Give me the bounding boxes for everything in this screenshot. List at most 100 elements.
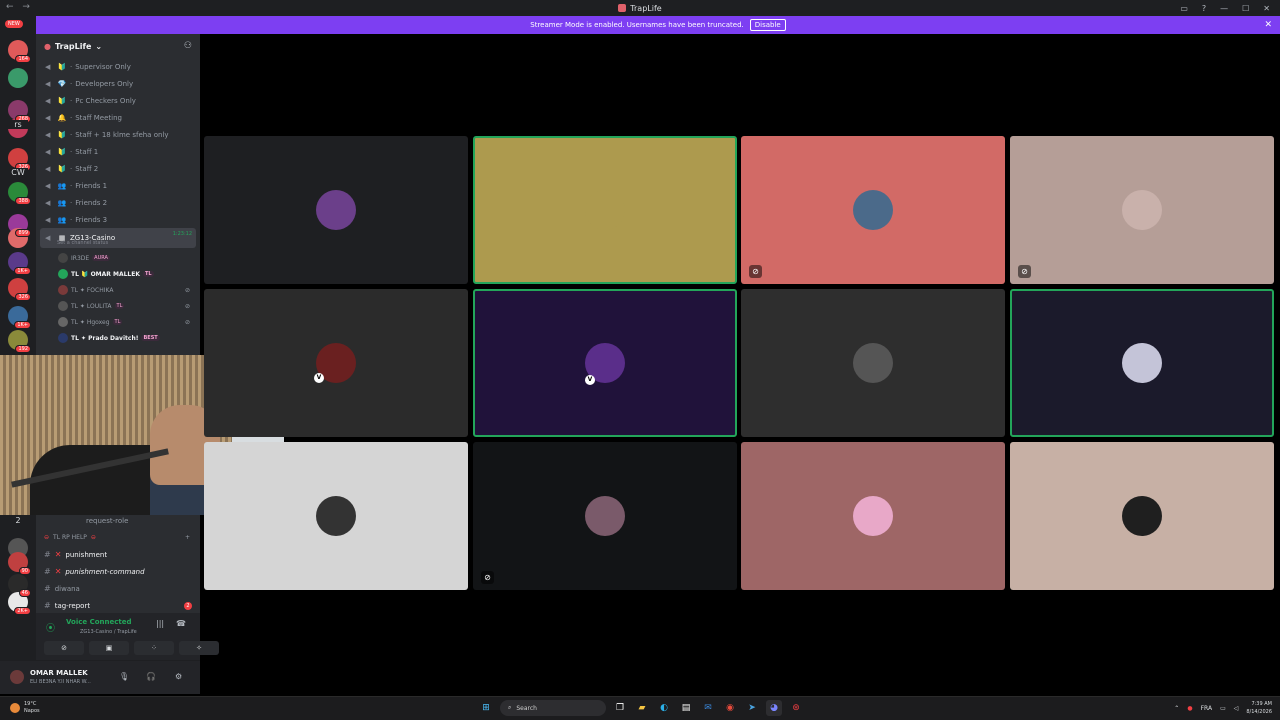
camera-off-button[interactable]: ⊘ <box>44 641 84 655</box>
avatar <box>853 496 893 536</box>
muted-icon: ⊘ <box>1018 265 1031 278</box>
discord-icon[interactable]: ◕ <box>766 700 782 716</box>
participant-tile[interactable]: ⊘ <box>1010 136 1274 284</box>
text-channel[interactable]: # diwana <box>36 580 200 597</box>
minimize-icon[interactable]: — <box>1220 4 1228 13</box>
avatar <box>58 317 68 327</box>
unread-badge: 2K+ <box>8 592 31 615</box>
voice-channel[interactable]: ◀ 👥 · Friends 1 <box>36 177 200 194</box>
participant-tile[interactable] <box>473 136 737 284</box>
disconnect-icon[interactable]: ☎ <box>176 619 186 628</box>
participant-tile[interactable] <box>1010 442 1274 590</box>
signal-icon[interactable]: ⦿ <box>46 621 55 634</box>
voice-channel-sub[interactable]: ZG13-Casino / TrapLife <box>80 629 137 635</box>
weather-widget[interactable]: 19°C Napos <box>10 701 40 715</box>
start-icon[interactable]: ⊞ <box>478 700 494 716</box>
voice-actions: ⊘ ▣ ⁘ ✧ <box>44 641 219 655</box>
server-text-icon[interactable]: 2 <box>8 516 28 525</box>
system-tray: ⌃ ● FRA ▭ ◁ 7:39 AM 8/14/2026 <box>1174 700 1272 716</box>
noise-suppression-icon[interactable]: ||| <box>156 619 164 628</box>
invite-icon[interactable]: ⚇ <box>184 41 192 51</box>
participant-tile[interactable] <box>1010 289 1274 437</box>
participant-tile[interactable]: V <box>473 289 737 437</box>
mic-icon[interactable]: 🎙 <box>119 672 129 681</box>
voice-member[interactable]: TL ✦ Prado Davitch! BEST <box>36 330 200 346</box>
voice-channel[interactable]: ◀ 🔰 · Pc Checkers Only <box>36 92 200 109</box>
channel-emoji: 🔔 <box>57 113 67 122</box>
voice-channel[interactable]: ◀ 🔔 · Staff Meeting <box>36 109 200 126</box>
hash-icon: # <box>44 550 51 559</box>
screen-share-button[interactable]: ▣ <box>89 641 129 655</box>
channel-status[interactable]: Set a channel status <box>57 240 108 246</box>
channel-zg13-casino[interactable]: ◀ ▦ ZG13-Casino 1:23:12 Set a channel st… <box>40 228 196 248</box>
text-channel[interactable]: # ✕ punishment <box>36 546 200 563</box>
avatar <box>585 496 625 536</box>
participant-tile[interactable]: ⊘ <box>741 136 1005 284</box>
avatar <box>58 253 68 263</box>
voice-channel[interactable]: ◀ 👥 · Friends 3 <box>36 211 200 228</box>
text-channel[interactable]: # tag-report 2 <box>36 597 200 614</box>
weather-temp: 19°C <box>24 701 37 707</box>
gear-icon[interactable]: ⚙ <box>175 672 182 681</box>
unread-badge: 899 <box>8 214 31 237</box>
voice-channel[interactable]: ◀ 👥 · Friends 2 <box>36 194 200 211</box>
participant-tile[interactable] <box>741 289 1005 437</box>
disable-button[interactable]: Disable <box>749 19 786 31</box>
server-header[interactable]: ● TrapLife ⌄ ⚇ <box>36 34 200 58</box>
server-text-icon[interactable]: CW <box>8 168 28 177</box>
mail-icon[interactable]: ✉ <box>700 700 716 716</box>
app-icon-red[interactable]: ⊛ <box>788 700 804 716</box>
avatar <box>316 496 356 536</box>
folder-icon[interactable]: ▰ <box>634 700 650 716</box>
search-box[interactable]: ⌕ Search <box>500 700 606 716</box>
voice-channel[interactable]: ◀ 🔰 · Staff + 18 klme sfeha only <box>36 126 200 143</box>
mic-tray-icon[interactable]: ● <box>1187 705 1192 712</box>
telegram-icon[interactable]: ➤ <box>744 700 760 716</box>
badge-count: 2K+ <box>14 607 31 615</box>
volume-icon[interactable]: ◁ <box>1234 705 1239 712</box>
participant-tile[interactable] <box>204 442 468 590</box>
voice-member[interactable]: TL ✦ LOULITA TL ⊘ <box>36 298 200 314</box>
server-icon[interactable] <box>8 68 28 88</box>
title-bar: ← → TrapLife ▭ ? — ☐ ✕ <box>0 0 1280 16</box>
participant-tile[interactable]: V <box>204 289 468 437</box>
text-channel[interactable]: # ✕ punishment-command <box>36 563 200 580</box>
headphones-icon[interactable]: 🎧 <box>146 672 156 681</box>
chrome-icon[interactable]: ◉ <box>722 700 738 716</box>
chevron-up-icon[interactable]: ⌃ <box>1174 705 1179 712</box>
help-icon[interactable]: ? <box>1202 4 1206 13</box>
participant-tile[interactable] <box>741 442 1005 590</box>
speaker-icon: ◀ <box>45 181 51 190</box>
nav-arrows[interactable]: ← → <box>6 2 33 12</box>
task-view-icon[interactable]: ❐ <box>612 700 628 716</box>
banner-close-icon[interactable]: ✕ <box>1264 20 1272 30</box>
add-channel-icon[interactable]: + <box>185 534 190 541</box>
unread-badge: 46 <box>8 574 31 597</box>
voice-member[interactable]: IR3DE AURA <box>36 250 200 266</box>
store-icon[interactable]: ▤ <box>678 700 694 716</box>
muted-icon: ⊘ <box>481 571 494 584</box>
member-tag: AURA <box>92 255 110 261</box>
voice-member[interactable]: TL 🔰 OMAR MALLEK TL <box>36 266 200 282</box>
category-tl-rp-help[interactable]: ⊖ TL RP HELP ⊖ + <box>36 529 200 546</box>
voice-channel[interactable]: ◀ 💎 · Developers Only <box>36 75 200 92</box>
inbox-icon[interactable]: ▭ <box>1180 4 1188 13</box>
soundboard-button[interactable]: ✧ <box>179 641 219 655</box>
edge-icon[interactable]: ◐ <box>656 700 672 716</box>
voice-channel[interactable]: ◀ 🔰 · Staff 2 <box>36 160 200 177</box>
maximize-icon[interactable]: ☐ <box>1242 4 1249 13</box>
server-text-icon[interactable]: rs <box>8 120 28 129</box>
participant-tile[interactable] <box>204 136 468 284</box>
avatar[interactable] <box>10 670 24 684</box>
voice-channel[interactable]: ◀ 🔰 · Supervisor Only <box>36 58 200 75</box>
network-icon[interactable]: ▭ <box>1220 705 1226 712</box>
language-indicator[interactable]: FRA <box>1201 705 1212 712</box>
voice-channel[interactable]: ◀ 🔰 · Staff 1 <box>36 143 200 160</box>
voice-member[interactable]: TL ✦ FOCHIKA ⊘ <box>36 282 200 298</box>
close-icon[interactable]: ✕ <box>1263 4 1270 13</box>
activities-button[interactable]: ⁘ <box>134 641 174 655</box>
participant-tile[interactable]: ⊘ <box>473 442 737 590</box>
clock[interactable]: 7:39 AM 8/14/2026 <box>1246 700 1272 716</box>
member-name: TL ✦ Prado Davitch! <box>71 334 139 342</box>
voice-member[interactable]: TL ✦ Hgoxeg TL ⊘ <box>36 314 200 330</box>
